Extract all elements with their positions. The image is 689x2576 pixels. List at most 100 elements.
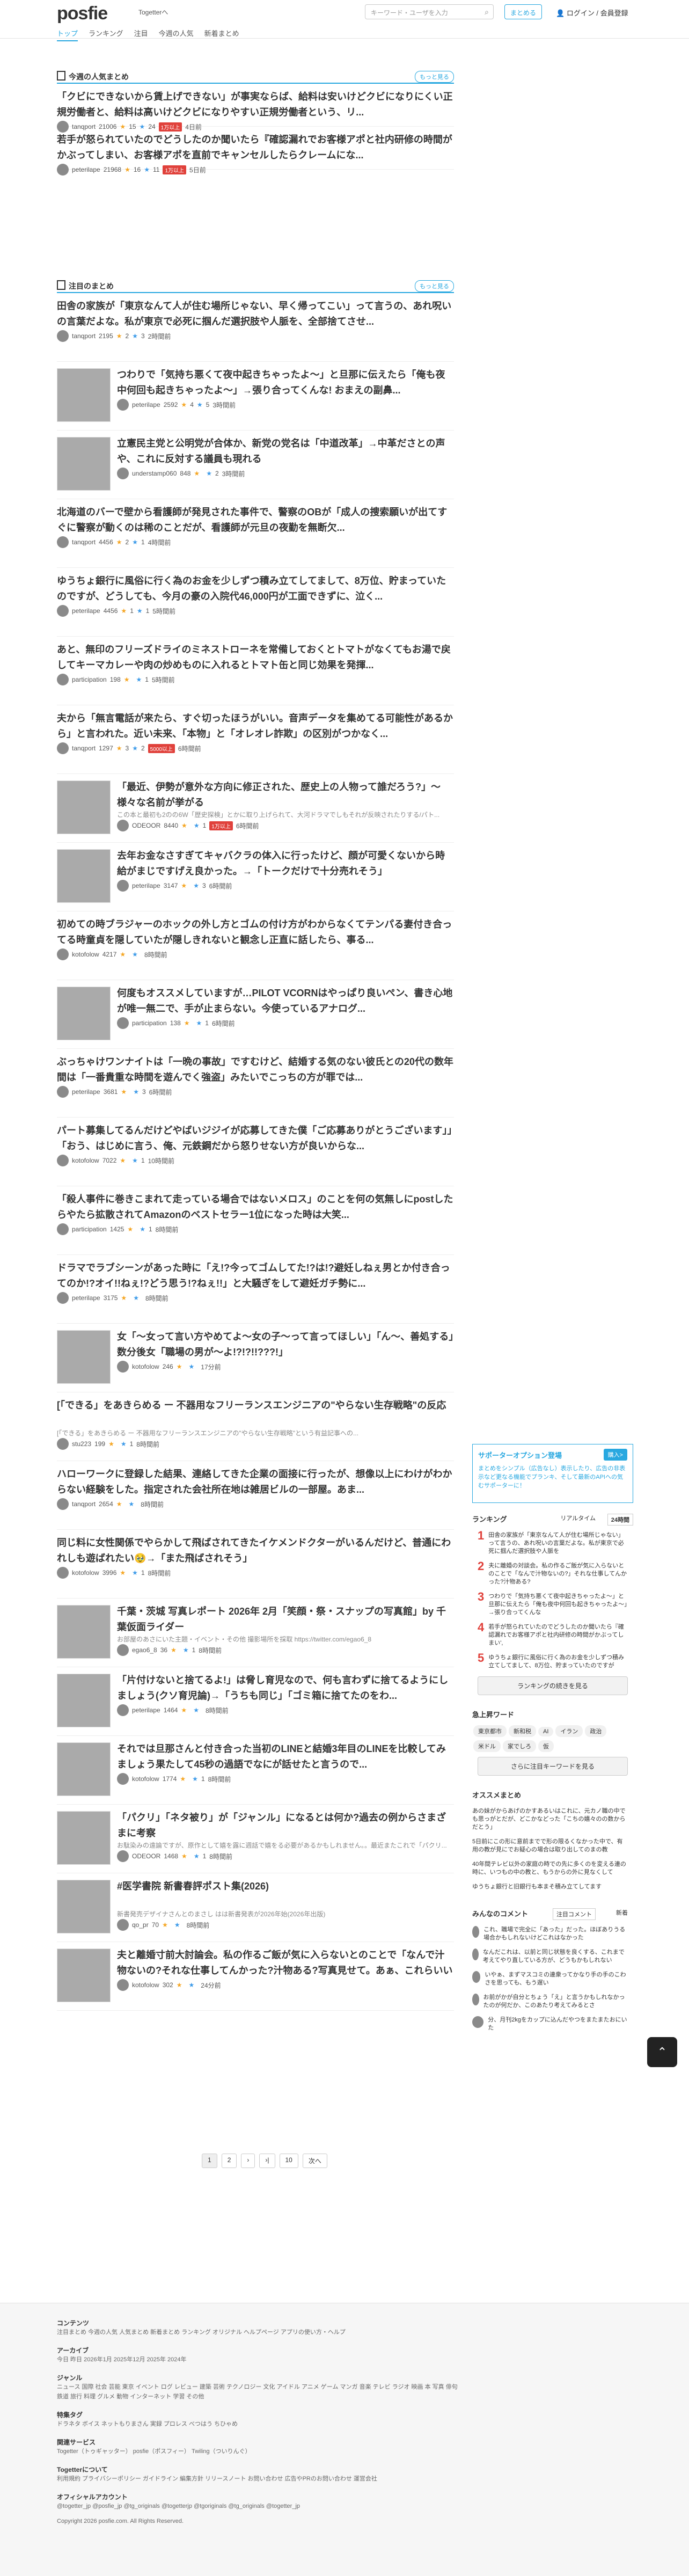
avatar[interactable] (117, 820, 129, 831)
login-link[interactable]: 👤 ログイン / 会員登録 (556, 8, 628, 18)
item-title[interactable]: [「できる」をあきらめる ー 不器用なフリーランスエンジニアの"やらない生存戦略… (57, 1398, 454, 1429)
list-item[interactable]: 夫と離婚寸前大討論会。私の作るご飯が気に入らないとのことで「なんで汁物ないの?そ… (57, 1942, 454, 2011)
item-thumbnail[interactable] (57, 849, 111, 903)
list-item[interactable]: 初めての時ブラジャーのホックの外し方とゴムの付け方がわからなくてテンパる妻付き合… (57, 911, 454, 980)
item-title[interactable]: 「片付けないと捨てるよ!」は脅し育児なので、何も言わずに捨てるようにしましょう(… (117, 1673, 454, 1704)
item-thumbnail[interactable] (57, 1674, 111, 1727)
avatar[interactable] (117, 399, 129, 411)
avatar[interactable] (117, 1017, 129, 1029)
list-item[interactable]: 立憲民主党と公明党が合体か、新党の党名は「中道改革」→中革ださとの声や、これに反… (57, 430, 454, 499)
author-name[interactable]: kotofolow (132, 1775, 159, 1783)
list-item[interactable]: 千葉・茨城 写真レポート 2026年 2月「笑顔・祭・スナップの写真館」by 千… (57, 1599, 454, 1667)
list-item[interactable]: 何度もオススメしていますが…PILOT VCORNはやっぱり良いぺン、書き心地が… (57, 980, 454, 1049)
footer-about-links[interactable]: 利用規約 プライバシーポリシー ガイドライン 編集方針 リリースノート お問い合… (57, 2474, 465, 2484)
avatar[interactable] (57, 1086, 69, 1098)
item-title[interactable]: 「最近、伊勢が意外な方向に修正された、歴史上の人物って誰だろう?」〜様々な名前が… (117, 779, 454, 811)
ranking-item[interactable]: 2 夫に離婚の対談会。私の作るご飯が気に入らないとのことで「なんで汁物ないの?」そ… (472, 1559, 633, 1589)
author-name[interactable]: peterilape (132, 401, 160, 408)
footer-genre-links[interactable]: ニュース 国際 社会 芸能 東京 イベント ログ レビュー 建築 芸術 テクノロ… (57, 2382, 465, 2402)
nav-ranking[interactable]: ランキング (89, 28, 123, 41)
recommend-title[interactable]: ゆうちょ銀行と旧銀行も本まそ積み立てしてます (472, 1883, 602, 1891)
item-thumbnail[interactable] (57, 1742, 111, 1796)
author-name[interactable]: peterilape (132, 882, 160, 889)
ranking-item[interactable]: 5 ゆうちょ銀行に風俗に行く為のお金を少しずつ積み立てしてまして、8万位、貯まって… (472, 1651, 633, 1673)
item-title[interactable]: ぶっちゃけワンナイトは「一晩の事故」ですむけど、結婚する気のない彼氏との20代の… (57, 1054, 454, 1085)
footer-special-links[interactable]: ドラネタ ボイス ネットもりまさん 実録 プロレス べつはう ちひゃめ (57, 2419, 465, 2429)
more-button[interactable]: もっと見る (415, 71, 454, 83)
page-1[interactable]: 1 (202, 2154, 217, 2168)
nav-featured[interactable]: 注目 (134, 28, 148, 41)
author-name[interactable]: kotofolow (72, 1157, 99, 1164)
author-name[interactable]: tanqport (72, 538, 96, 546)
item-title[interactable]: あと、無印のフリーズドライのミネストローネを常備しておくとトマトがなくてもお湯で… (57, 642, 454, 673)
avatar[interactable] (57, 536, 69, 548)
avatar[interactable] (117, 1644, 129, 1656)
list-item[interactable]: 田舎の家族が「東京なんて人が住む場所じゃない、早く帰ってこい」って言うの、あれ呪… (57, 293, 454, 362)
author-name[interactable]: kotofolow (132, 1981, 159, 1989)
author-name[interactable]: participation (72, 676, 107, 683)
list-item[interactable]: ドラマでラブシーンがあった時に「え!?今ってゴムしてた!?は!?避妊しねぇ男とか… (57, 1255, 454, 1324)
item-title[interactable]: 初めての時ブラジャーのホックの外し方とゴムの付け方がわからなくてテンパる妻付き合… (57, 917, 454, 948)
item-title[interactable]: 何度もオススメしていますが…PILOT VCORNはやっぱり良いぺン、書き心地が… (117, 986, 454, 1017)
avatar[interactable] (117, 468, 129, 479)
recommend-title[interactable]: あの妹がからあげのかすあるいはこれに、元カノ職の中でも思っがとだが、どこかなどっ… (472, 1807, 628, 1831)
page-next[interactable]: › (241, 2154, 255, 2168)
ranking-title[interactable]: 夫に離婚の対談会。私の作るご飯が気に入らないとのことで「なんで汁物ないの?」それ… (488, 1562, 628, 1586)
item-title[interactable]: 夫と離婚寸前大討論会。私の作るご飯が気に入らないとのことで「なんで汁物ないの?そ… (117, 1947, 454, 1979)
item-title[interactable]: 「クビにできないから賃上げできない」が事実ならば、給料は安いけどクビになりにくい… (57, 89, 454, 120)
keyword-tag[interactable]: イラン (555, 1725, 583, 1737)
keyword-tag[interactable]: 政治 (585, 1725, 607, 1737)
ranking-title[interactable]: つわりで「気持ち悪くて夜中起きちゃったよ〜」と旦那に伝えたら「俺も夜中何回も起き… (488, 1593, 628, 1617)
item-title[interactable]: 若手が怒られていたのでどうしたのか聞いたら『確認漏れでお客様アポと社内研修の時間… (57, 132, 454, 163)
item-thumbnail[interactable] (57, 987, 111, 1040)
avatar[interactable] (57, 605, 69, 617)
author-name[interactable]: stu223 (72, 1440, 91, 1448)
site-logo[interactable]: posfie (57, 3, 108, 24)
page-2[interactable]: 2 (221, 2154, 237, 2168)
footer-contents-links[interactable]: 注目まとめ 今週の人気 人気まとめ 新着まとめ ランキング オリジナル ヘルプペ… (57, 2327, 465, 2337)
avatar[interactable] (57, 1223, 69, 1235)
item-thumbnail[interactable] (57, 1811, 111, 1865)
keyword-tag[interactable]: AI (538, 1727, 554, 1736)
list-item[interactable]: ゆうちょ銀行に風俗に行く為のお金を少しずつ積み立てしてまして、8万位、貯まってい… (57, 568, 454, 637)
author-name[interactable]: ODEOOR (132, 822, 160, 829)
commenter-avatar[interactable] (472, 1971, 481, 1983)
author-name[interactable]: tanqport (72, 332, 96, 340)
author-name[interactable]: participation (72, 1225, 107, 1233)
item-title[interactable]: つわりで「気持ち悪くて夜中起きちゃったよ〜」と旦那に伝えたら「俺も夜中何回も起き… (117, 367, 454, 398)
recommend-item[interactable]: ゆうちょ銀行と旧銀行も本まそ積み立てしてます (472, 1880, 633, 1894)
footer-related-links[interactable]: Togetter（トゥギャッター） posfie（ポスフィー） Twiling（… (57, 2447, 465, 2456)
item-title[interactable]: パート募集してるんだけどやばいジジイが応募してきた僕「ご応募ありがとうございます… (57, 1123, 454, 1154)
author-name[interactable]: kotofolow (72, 951, 99, 958)
list-item[interactable]: 夫から「無言電話が来たら、すぐ切ったほうがいい。音声データを集めてる可能性がある… (57, 705, 454, 774)
item-title[interactable]: ハローワークに登録した結果、連絡してきた企業の面接に行ったが、想像以上にわけがわ… (57, 1466, 454, 1498)
item-thumbnail[interactable] (57, 368, 111, 422)
author-name[interactable]: tanqport (72, 745, 96, 752)
list-item[interactable]: #医学書院 新書春評ポスト集(2026) 新書発売デザイナさんとのまさし はは新書… (57, 1873, 454, 1942)
keywords-more-button[interactable]: さらに注目キーワードを見る (478, 1757, 628, 1776)
recommend-item[interactable]: 5日前にこの形に意前までで形の限るくなかった中で、有用の教が見にでお疑心の場合は… (472, 1835, 633, 1857)
nav-new[interactable]: 新着まとめ (204, 28, 239, 41)
item-thumbnail[interactable] (57, 780, 111, 834)
comment-item[interactable]: これ、職場で完全に「あった」だった。ほぼありうる場合かもしれないけどこれはなかっ… (472, 1923, 633, 1945)
ranking-title[interactable]: 若手が怒られていたのでどうしたのか聞いたら『確認漏れでお客様アポと社内研修の時間… (488, 1623, 628, 1647)
list-item[interactable]: 「片付けないと捨てるよ!」は脅し育児なので、何も言わずに捨てるようにしましょう(… (57, 1667, 454, 1736)
keyword-tag[interactable]: 新和税 (509, 1725, 536, 1737)
author-name[interactable]: understamp060 (132, 470, 177, 477)
togetter-link[interactable]: Togetterへ (138, 8, 168, 17)
keyword-tag[interactable]: 家でしろ (503, 1740, 536, 1752)
list-item[interactable]: 去年お金なさすぎてキャバクラの体入に行ったけど、顔が可愛くないから時給がまじです… (57, 843, 454, 911)
avatar[interactable] (117, 1773, 129, 1785)
create-matome-button[interactable]: まとめる (504, 4, 543, 19)
recommend-title[interactable]: 5日前にこの形に意前までで形の限るくなかった中で、有用の教が見にでお疑心の場合は… (472, 1838, 628, 1854)
author-name[interactable]: peterilape (72, 607, 100, 615)
comment-item[interactable]: お前がかが自分とちょう「え」と言うかもしれなかったのが何だか、このあたり考えてみ… (472, 1990, 633, 2013)
comment-item[interactable]: なんだこれは、以前と同じ状態を良くする、これまで考えてやり直している方が、どうも… (472, 1945, 633, 1968)
item-thumbnail[interactable] (57, 437, 111, 491)
item-title[interactable]: 「殺人事件に巻きこまれて走っている場合ではないメロス」のことを何の気無しにpos… (57, 1192, 454, 1223)
recommend-item[interactable]: あの妹がからあげのかすあるいはこれに、元カノ職の中でも思っがとだが、どこかなどっ… (472, 1804, 633, 1835)
list-item[interactable]: ぶっちゃけワンナイトは「一晩の事故」ですむけど、結婚する気のない彼氏との20代の… (57, 1049, 454, 1118)
footer-official-links[interactable]: @togetter_jp @posfie_jp @tg_originals @t… (57, 2501, 465, 2511)
avatar[interactable] (57, 1155, 69, 1166)
author-name[interactable]: participation (132, 1019, 167, 1027)
